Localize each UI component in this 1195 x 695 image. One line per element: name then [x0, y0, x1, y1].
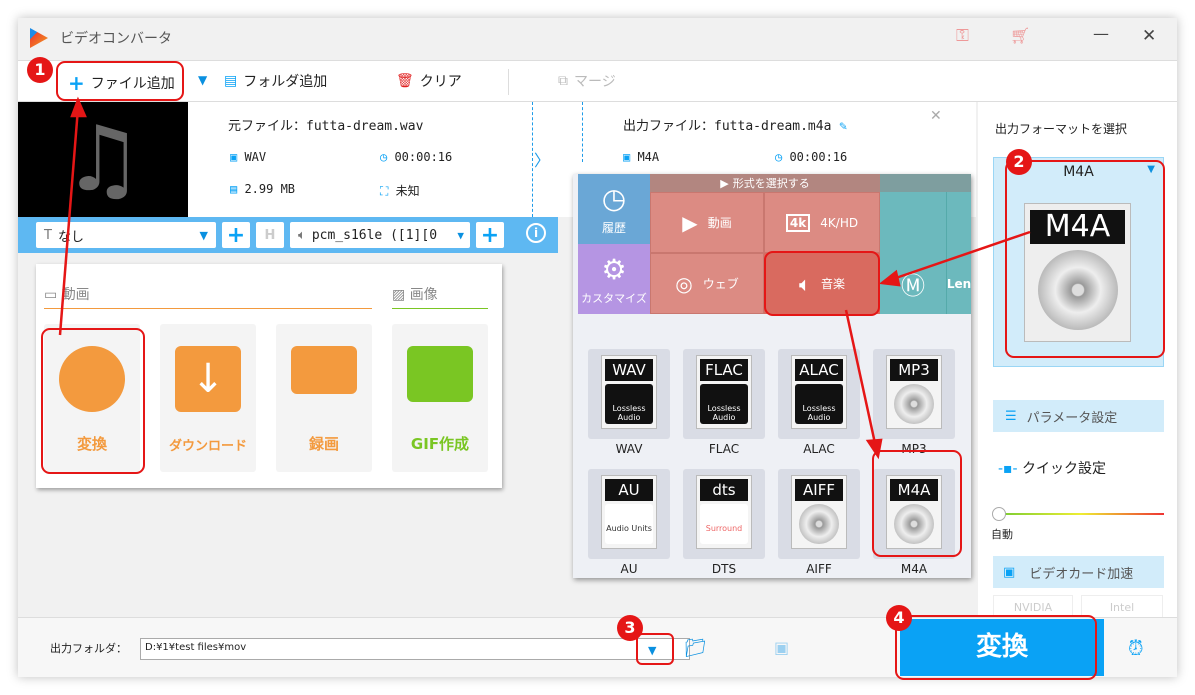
highlight-music [764, 251, 880, 316]
highlight-convert-button [895, 615, 1097, 680]
arrow-music-to-m4a [844, 309, 878, 449]
highlight-add-file [56, 61, 184, 101]
step-badge: 3 [617, 615, 643, 641]
step-badge: 4 [886, 605, 912, 631]
step-badge: 1 [27, 57, 53, 83]
arrowhead [70, 96, 87, 118]
arrow-convert-to-addfile [58, 107, 80, 336]
highlight-convert-card [41, 328, 145, 474]
highlight-selected-format [1005, 160, 1165, 358]
arrowhead [878, 269, 901, 287]
step-badge: 2 [1006, 149, 1032, 175]
highlight-folder-dropdown [636, 633, 674, 665]
highlight-m4a-format [872, 450, 962, 557]
